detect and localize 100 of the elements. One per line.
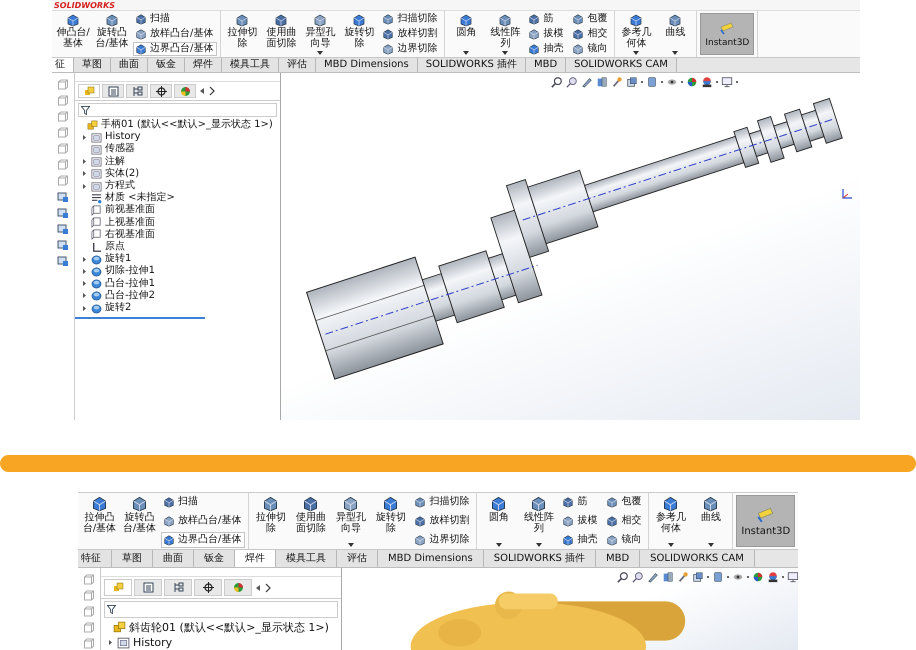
ribbon-button[interactable]: 边界凸台/基体	[133, 42, 218, 56]
ribbon-button[interactable]: 放样切割	[412, 513, 474, 529]
display-style-icon[interactable]	[712, 571, 724, 583]
ribbon-button[interactable]: 旋转凸台/基体	[121, 494, 158, 548]
ribbon-button[interactable]: 线性阵列	[520, 494, 558, 548]
ribbon-button[interactable]: 圆角	[448, 12, 484, 56]
color-ball-icon[interactable]	[752, 571, 764, 583]
tree-item[interactable]: 右视基准面	[77, 228, 280, 242]
scene-icon[interactable]	[767, 571, 779, 583]
view-orientation-icon[interactable]	[626, 76, 638, 88]
ribbon-button[interactable]: 参考几何体	[652, 494, 690, 548]
zoom-to-fit-icon[interactable]	[617, 571, 629, 583]
ribbon-button[interactable]: 抽壳	[526, 42, 568, 56]
color-ball-icon[interactable]	[686, 76, 698, 88]
ribbon-button[interactable]: 曲线	[692, 494, 730, 548]
scroll-right-icon[interactable]	[208, 86, 216, 96]
zoom-to-fit-icon[interactable]	[551, 76, 563, 88]
tree-item[interactable]: 实体(2)	[77, 168, 280, 180]
panel-tab[interactable]	[194, 579, 222, 596]
monitor-icon[interactable]	[787, 571, 798, 583]
ribbon-button[interactable]: 拉伸切除	[224, 12, 260, 56]
ribbon-button[interactable]: 旋转切除	[372, 494, 410, 548]
tool-icon[interactable]	[57, 239, 69, 251]
ribbon-button[interactable]: 线性阵列	[487, 12, 524, 56]
toggle-button[interactable]: Instant3D	[736, 495, 796, 547]
tree-item[interactable]: 材质 <未指定>	[77, 192, 280, 204]
ribbon-button[interactable]: 使用曲面切除	[263, 12, 300, 56]
ribbon-button[interactable]: 抽壳	[560, 532, 602, 548]
panel-tab[interactable]	[134, 579, 162, 596]
ribbon-button[interactable]: 扫描切除	[412, 494, 474, 510]
ribbon-button[interactable]: 旋转切除	[341, 12, 378, 56]
ribbon-button[interactable]: 边界切除	[412, 532, 474, 548]
ribbon-tab[interactable]: 征	[52, 58, 74, 72]
ribbon-button[interactable]: 镜向	[570, 42, 612, 56]
ribbon-button[interactable]: 边界凸台/基体	[161, 532, 246, 548]
tool-icon[interactable]	[57, 255, 69, 267]
filter-field[interactable]	[78, 103, 277, 117]
scroll-left-icon[interactable]	[198, 86, 206, 96]
tree-item[interactable]: 凸台-拉伸2	[77, 290, 280, 302]
zoom-area-icon[interactable]	[566, 76, 578, 88]
panel-tab[interactable]	[126, 84, 148, 98]
ribbon-button[interactable]: 曲线	[657, 12, 694, 56]
ribbon-button[interactable]: 拉伸凸台/基体	[81, 494, 118, 548]
ribbon-button[interactable]: 扫描	[161, 494, 246, 510]
monitor-icon[interactable]	[721, 76, 733, 88]
tree-item[interactable]: 方程式	[77, 180, 280, 192]
ribbon-button[interactable]: 异型孔向导	[332, 494, 370, 548]
scroll-left-icon[interactable]	[254, 582, 262, 592]
tree-item[interactable]: 旋转2	[77, 302, 280, 314]
ribbon-button[interactable]: 圆角	[480, 494, 518, 548]
pencil-icon[interactable]	[581, 76, 593, 88]
expand-arrow-icon[interactable]	[81, 268, 88, 276]
expand-arrow-icon[interactable]	[107, 639, 114, 646]
scene-icon[interactable]	[701, 76, 713, 88]
section-view-icon[interactable]	[596, 76, 608, 88]
ribbon-button[interactable]: 扫描切除	[380, 12, 442, 26]
wrench-icon[interactable]	[677, 571, 689, 583]
tool-icon[interactable]	[57, 207, 69, 219]
ribbon-button[interactable]: 筋	[560, 494, 602, 510]
pencil-icon[interactable]	[647, 571, 659, 583]
tree-item[interactable]: 原点	[77, 241, 280, 254]
view-orientation-icon[interactable]	[692, 571, 704, 583]
panel-tab[interactable]	[102, 84, 124, 98]
ribbon-button[interactable]: 包覆	[570, 12, 612, 26]
toggle-button[interactable]: Instant3D	[700, 13, 754, 55]
ribbon-button[interactable]: 扫描	[133, 12, 218, 26]
ribbon-button[interactable]: 伸凸台/基体	[55, 12, 91, 56]
expand-arrow-icon[interactable]	[81, 304, 88, 312]
ribbon-button[interactable]: 放样凸台/基体	[161, 513, 246, 529]
ribbon-button[interactable]: 异型孔向导	[302, 12, 338, 56]
tree-item[interactable]: 上视基准面	[77, 216, 280, 229]
tree-item[interactable]: 注解	[77, 156, 280, 168]
filter-field[interactable]	[104, 601, 338, 618]
tree-item[interactable]: 传感器	[77, 143, 280, 156]
tool-icon[interactable]	[57, 191, 69, 203]
scroll-right-icon[interactable]	[264, 582, 272, 592]
ribbon-button[interactable]: 边界切除	[380, 42, 442, 56]
tree-item[interactable]: 旋转1	[77, 253, 280, 266]
ribbon-button[interactable]: 拔模	[526, 27, 568, 41]
zoom-area-icon[interactable]	[632, 571, 644, 583]
ribbon-button[interactable]: 拔模	[560, 513, 602, 529]
display-style-icon[interactable]	[646, 76, 658, 88]
ribbon-button[interactable]: 使用曲面切除	[292, 494, 330, 548]
ribbon-button[interactable]: 旋转凸台/基体	[94, 12, 130, 56]
tree-item[interactable]: History	[103, 635, 341, 650]
ribbon-tab[interactable]: 特征	[78, 550, 112, 567]
expand-arrow-icon[interactable]	[81, 134, 88, 141]
expand-arrow-icon[interactable]	[81, 158, 88, 166]
tree-item[interactable]: 手柄01 (默认<<默认>_显示状态 1>)	[77, 119, 280, 132]
ribbon-button[interactable]: 筋	[526, 12, 568, 26]
panel-tab[interactable]	[164, 579, 192, 596]
section-view-icon[interactable]	[662, 571, 674, 583]
expand-arrow-icon[interactable]	[81, 256, 88, 263]
ribbon-button[interactable]: 放样切割	[380, 27, 442, 41]
ribbon-button[interactable]: 拉伸切除	[252, 494, 290, 548]
expand-arrow-icon[interactable]	[81, 280, 88, 288]
tree-item[interactable]: 切除-拉伸1	[77, 265, 280, 278]
ribbon-button[interactable]: 相交	[570, 27, 612, 41]
tree-item[interactable]: 前视基准面	[77, 204, 280, 217]
expand-arrow-icon[interactable]	[81, 170, 88, 178]
